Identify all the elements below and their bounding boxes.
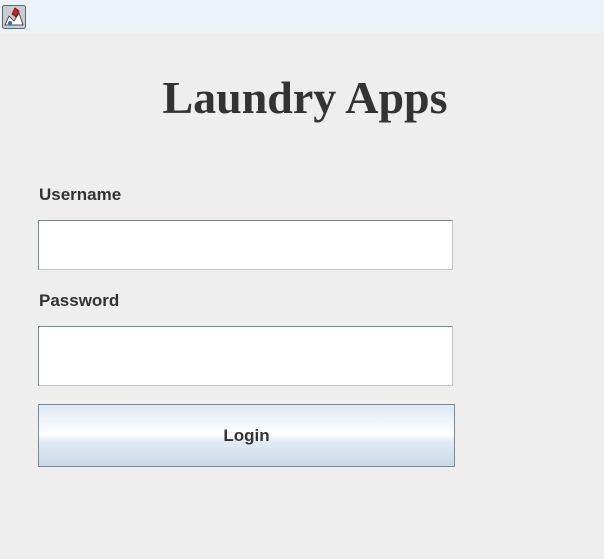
window-titlebar[interactable] bbox=[0, 0, 604, 33]
username-label: Username bbox=[39, 185, 122, 204]
java-cup-icon[interactable] bbox=[2, 5, 26, 29]
password-label: Password bbox=[39, 291, 120, 310]
app-title: Laundry Apps bbox=[162, 72, 448, 123]
password-field[interactable] bbox=[38, 326, 453, 386]
login-button[interactable]: Login bbox=[38, 404, 455, 467]
username-field[interactable] bbox=[38, 220, 453, 270]
